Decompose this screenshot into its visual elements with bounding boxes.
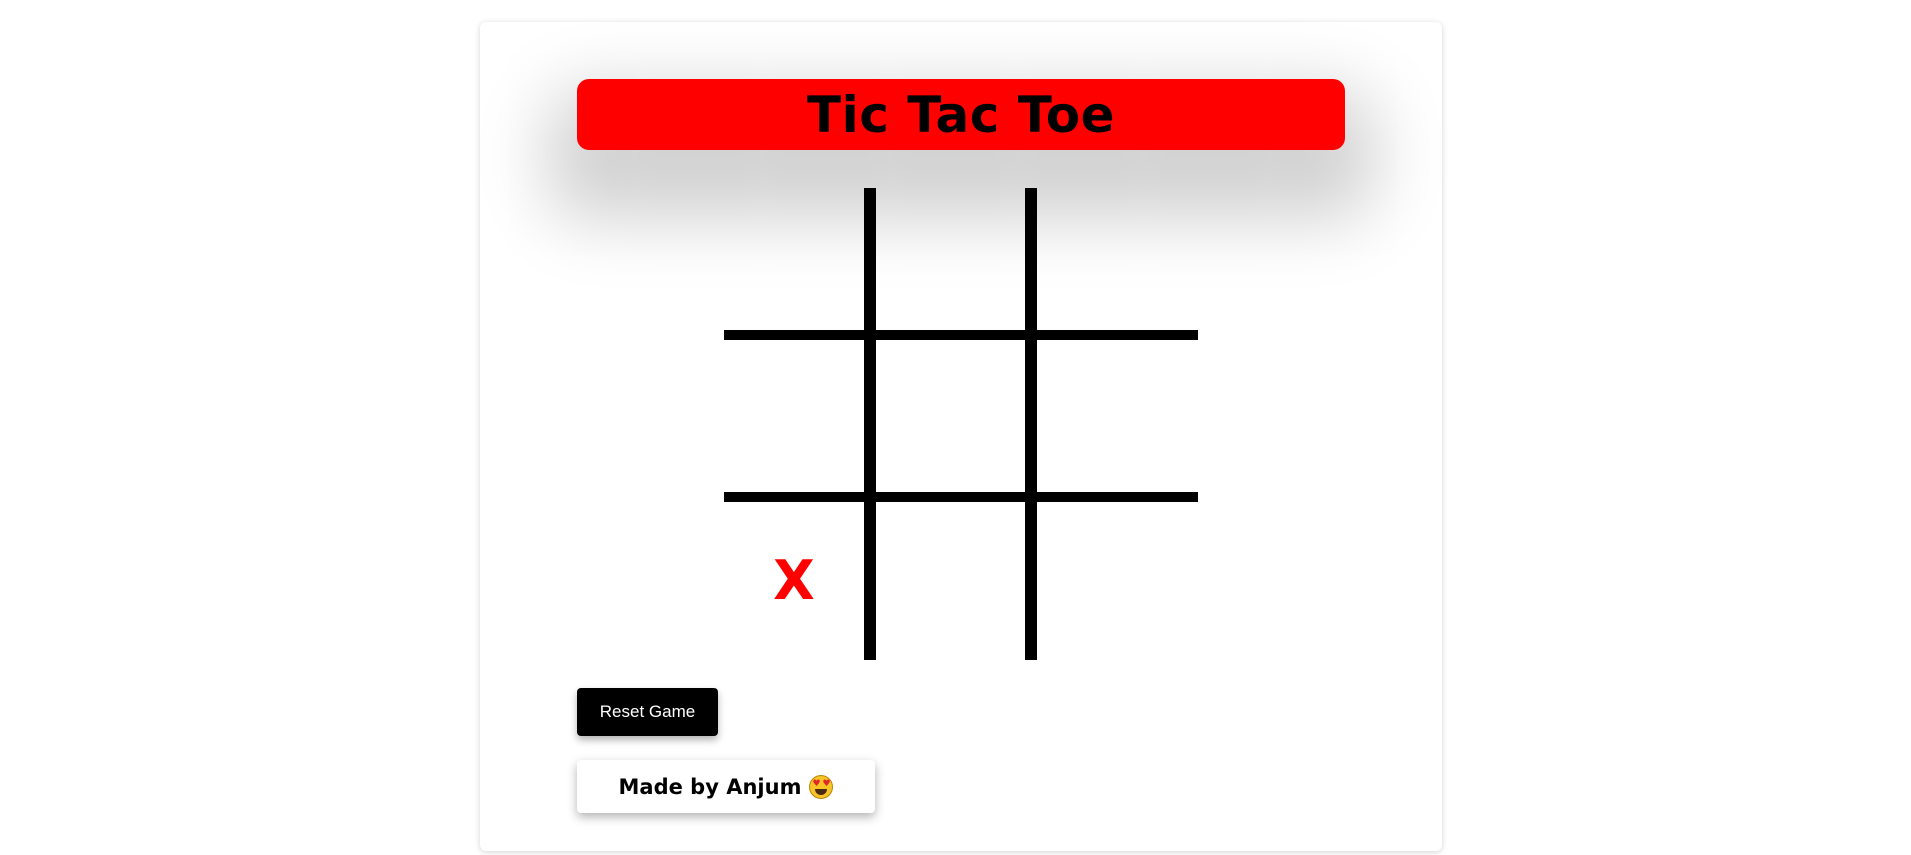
- game-board: X: [724, 188, 1198, 660]
- game-card: Tic Tac Toe X Reset Game Made by Anjum ♥…: [480, 22, 1442, 851]
- title-bar: Tic Tac Toe: [577, 79, 1345, 150]
- board-cell-7[interactable]: X: [724, 502, 876, 660]
- board-cell-5[interactable]: [876, 340, 1037, 502]
- reset-game-button[interactable]: Reset Game: [577, 688, 718, 736]
- cell-mark: X: [773, 549, 815, 612]
- board-cell-4[interactable]: [724, 340, 876, 502]
- credit-box: Made by Anjum ♥ ♥: [577, 760, 875, 813]
- board-cell-1[interactable]: [724, 188, 876, 340]
- board-cell-8[interactable]: [876, 502, 1037, 660]
- credit-text: Made by Anjum: [618, 774, 802, 799]
- board-cell-6[interactable]: [1037, 340, 1198, 502]
- board-cell-9[interactable]: [1037, 502, 1198, 660]
- board-cell-2[interactable]: [876, 188, 1037, 340]
- board-cell-3[interactable]: [1037, 188, 1198, 340]
- page-title: Tic Tac Toe: [807, 85, 1115, 144]
- heart-eyes-face-icon: ♥ ♥: [809, 774, 834, 799]
